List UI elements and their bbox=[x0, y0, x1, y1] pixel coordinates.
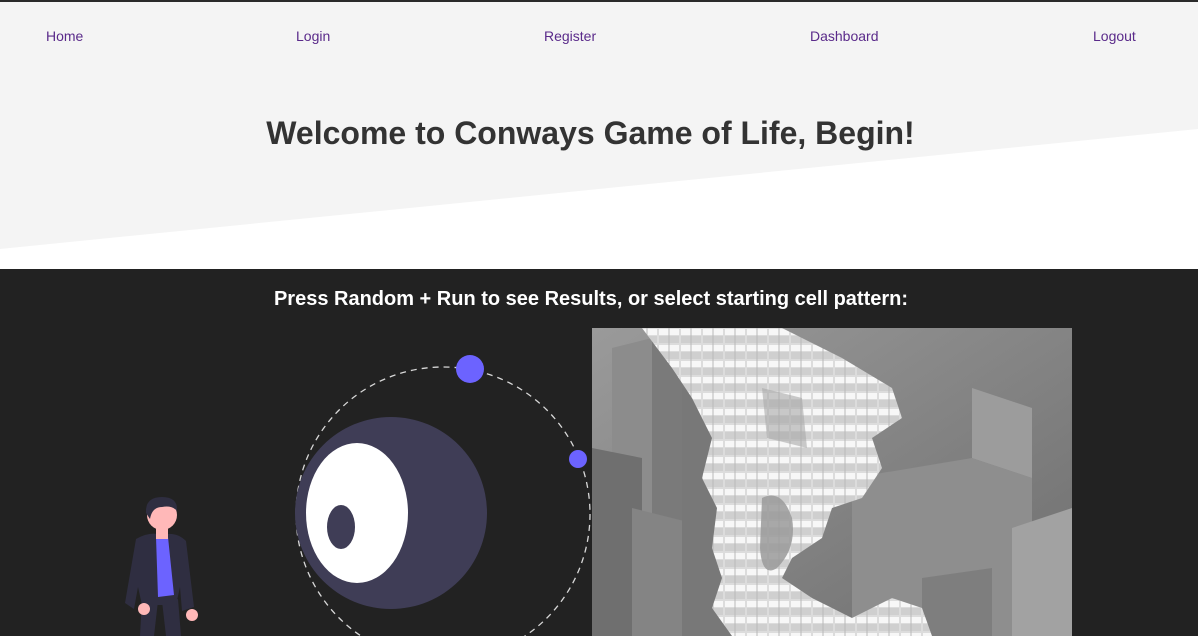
game-section: Press Random + Run to see Results, or se… bbox=[0, 269, 1198, 636]
nav-link-dashboard[interactable]: Dashboard bbox=[810, 26, 879, 46]
page-title: Welcome to Conways Game of Life, Begin! bbox=[266, 115, 915, 151]
main-nav: Home Login Register Dashboard Logout bbox=[0, 26, 1198, 50]
planet-eye-white bbox=[306, 443, 408, 583]
nav-link-login[interactable]: Login bbox=[296, 26, 330, 46]
nav-link-register[interactable]: Register bbox=[544, 26, 596, 46]
hero-header: Home Login Register Dashboard Logout Wel… bbox=[0, 2, 1198, 269]
person-with-orbit-illustration bbox=[125, 355, 591, 636]
planet-eye-pupil bbox=[327, 505, 355, 549]
person-figure bbox=[125, 497, 198, 636]
orbit-dot-large bbox=[456, 355, 484, 383]
voxel-render-graphic bbox=[592, 328, 1072, 636]
orbit-dot-small bbox=[569, 450, 587, 468]
nav-link-logout[interactable]: Logout bbox=[1093, 26, 1136, 46]
nav-link-home[interactable]: Home bbox=[46, 26, 83, 46]
voxel-render-image bbox=[592, 328, 1072, 636]
